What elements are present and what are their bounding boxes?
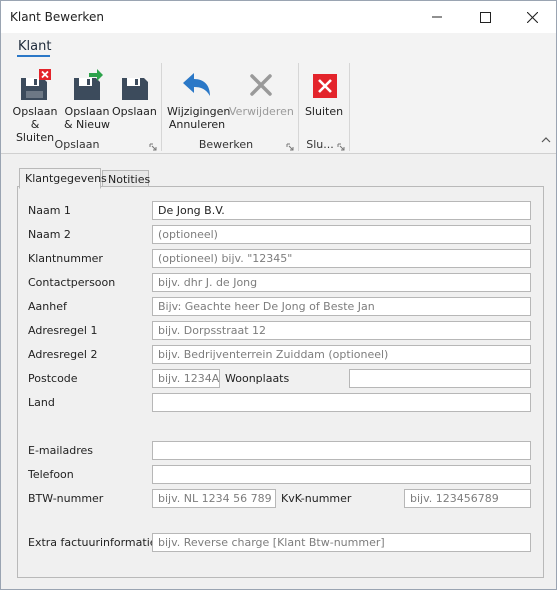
contactpersoon-label: Contactpersoon [28,276,116,289]
dialog-launcher-icon[interactable] [149,143,157,151]
chevron-up-icon[interactable] [541,136,551,143]
ribbon-separator [161,63,162,151]
extra-info-label: Extra factuurinformatie [28,536,157,549]
save-close-icon [21,69,51,100]
adresregel2-label: Adresregel 2 [28,348,98,361]
ribbon-separator [349,63,350,151]
naam1-field[interactable]: De Jong B.V. [152,201,531,220]
group-label-save: Opslaan [54,138,100,151]
close-red-icon [313,74,337,98]
land-field[interactable] [152,393,531,412]
title-bar: Klant Bewerken [1,1,556,33]
aanhef-field[interactable]: Bijv: Geachte heer De Jong of Beste Jan [152,297,531,316]
maximize-button[interactable] [462,1,508,33]
naam1-label: Naam 1 [28,204,71,217]
save-new-icon [74,69,103,100]
postcode-label: Postcode [28,372,78,385]
ribbon: Opslaan & Sluiten Opslaan & Nieuw Opslaa… [1,59,556,154]
naam2-label: Naam 2 [28,228,71,241]
save-close-button[interactable]: Opslaan & Sluiten [7,65,63,144]
btw-label: BTW-nummer [28,492,104,505]
undo-arrow-icon [183,73,210,96]
delete-button[interactable]: Verwijderen [229,65,294,118]
ribbon-tab-klant[interactable]: Klant [18,39,51,54]
save-label: Opslaan [112,105,157,118]
dialog-launcher-icon[interactable] [337,143,345,151]
aanhef-label: Aanhef [28,300,67,313]
content-area: Notities Klantgegevens Naam 1 De Jong B.… [3,154,554,589]
save-button[interactable]: Opslaan [112,65,157,118]
window-title: Klant Bewerken [10,10,104,24]
maximize-icon [479,11,491,23]
email-field[interactable] [152,441,531,460]
kvk-field[interactable]: bijv. 123456789 [404,489,531,508]
postcode-field[interactable]: bijv. 1234AB [152,369,220,388]
close-icon [526,11,538,23]
ribbon-separator [298,63,299,151]
kvk-label: KvK-nummer [281,492,352,505]
undo-changes-label: Wijzigingen Annuleren [167,105,231,131]
close-ribbon-button[interactable]: Sluiten [303,65,345,118]
tab-klantgegevens[interactable]: Klantgegevens [19,168,107,189]
land-label: Land [28,396,55,409]
extra-info-field[interactable]: bijv. Reverse charge [Klant Btw-nummer] [152,533,531,552]
klantnummer-field[interactable]: (optioneel) bijv. "12345" [152,249,531,268]
delete-label: Verwijderen [229,105,294,118]
close-label: Sluiten [304,105,344,118]
contactpersoon-field[interactable]: bijv. dhr J. de Jong [152,273,531,292]
telefoon-field[interactable] [152,465,531,484]
ribbon-tab-indicator [17,55,50,57]
woonplaats-field[interactable] [349,369,531,388]
floppy-disk-icon [122,78,148,100]
window-close-button[interactable] [509,1,555,33]
email-label: E-mailadres [28,444,93,457]
woonplaats-label: Woonplaats [225,372,290,385]
save-new-label: Opslaan & Nieuw [63,105,111,131]
minimize-icon [432,16,442,18]
btw-field[interactable]: bijv. NL 1234 56 789 B.01 [152,489,276,508]
dialog-launcher-icon[interactable] [286,143,294,151]
ribbon-tab-strip: Klant [1,33,556,59]
adresregel1-label: Adresregel 1 [28,324,98,337]
klantnummer-label: Klantnummer [28,252,103,265]
naam2-field[interactable]: (optioneel) [152,225,531,244]
delete-x-icon [250,74,272,96]
group-label-close: Slu... [306,138,334,151]
undo-changes-button[interactable]: Wijzigingen Annuleren [167,65,231,131]
save-new-button[interactable]: Opslaan & Nieuw [63,65,111,131]
adresregel2-field[interactable]: bijv. Bedrijventerrein Zuiddam (optionee… [152,345,531,364]
customer-edit-window: Klant Bewerken Klant Opslaan & Sluiten O… [0,0,557,590]
telefoon-label: Telefoon [28,468,74,481]
minimize-button[interactable] [414,1,460,33]
group-label-edit: Bewerken [198,138,254,151]
adresregel1-field[interactable]: bijv. Dorpsstraat 12 [152,321,531,340]
